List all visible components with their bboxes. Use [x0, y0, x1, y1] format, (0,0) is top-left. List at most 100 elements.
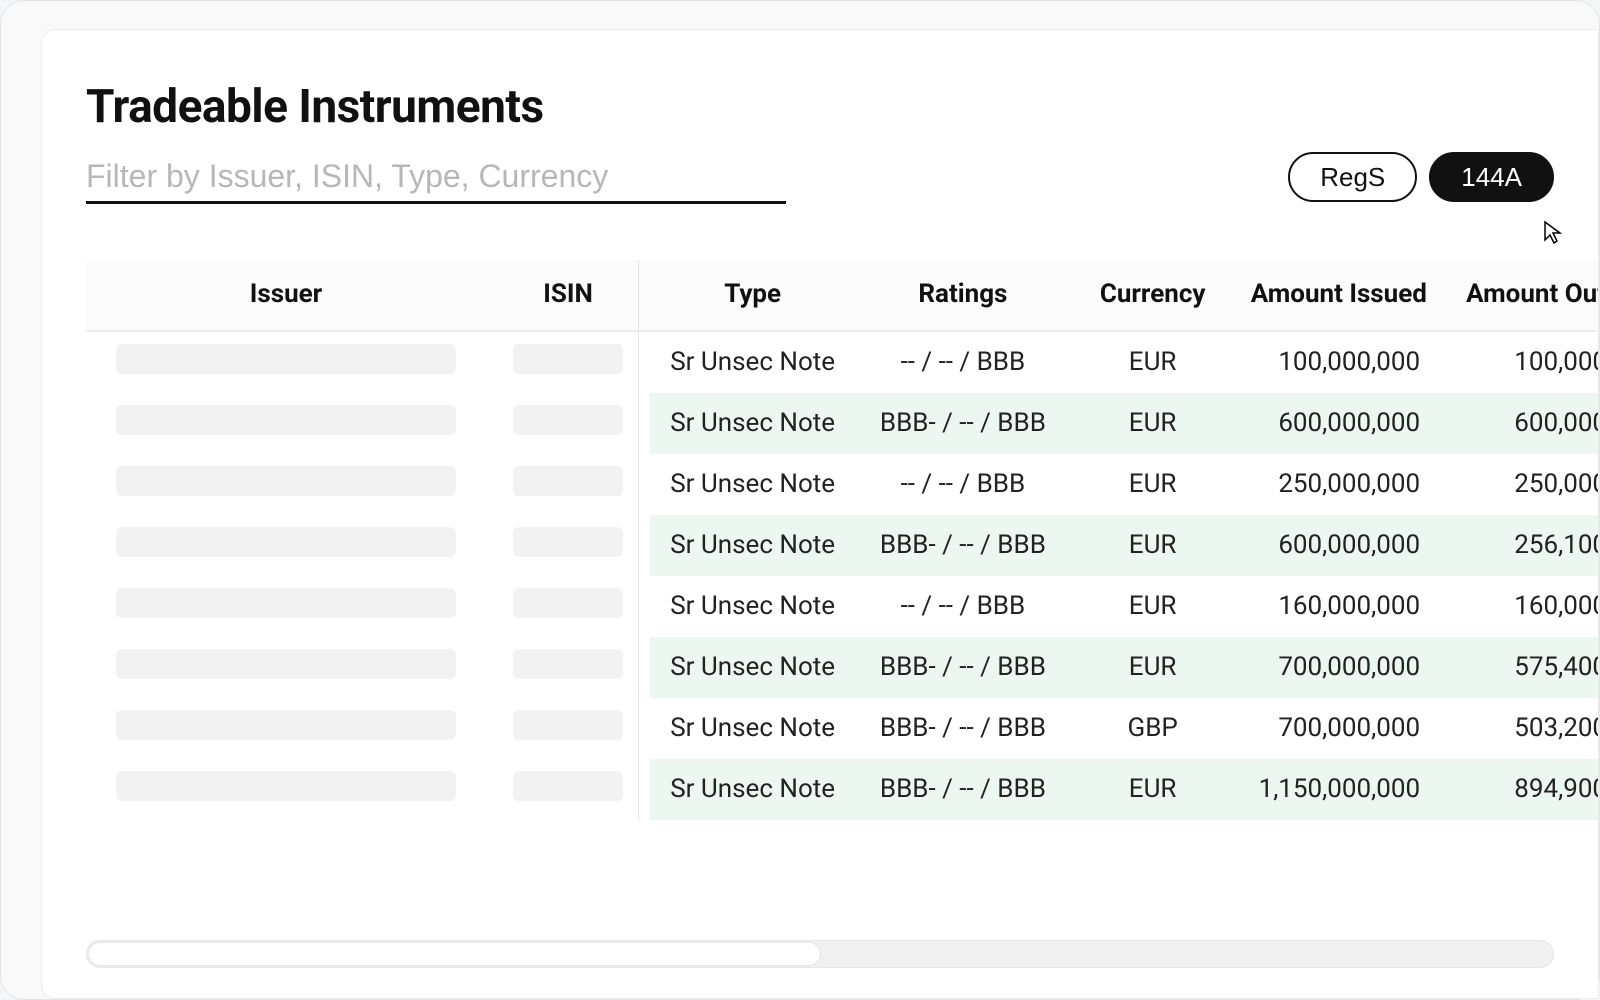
cell-amount-outstanding: 894,900,000 [1450, 759, 1599, 820]
isin-placeholder [513, 527, 623, 557]
cell-type: Sr Unsec Note [650, 698, 855, 759]
regs-button[interactable]: RegS [1288, 152, 1417, 202]
reg-toggle-group: RegS 144A [1288, 152, 1554, 204]
cell-isin [486, 698, 650, 759]
issuer-placeholder [116, 466, 456, 496]
scrollbar-thumb[interactable] [88, 942, 821, 966]
table-row[interactable]: Sr Unsec NoteBBB- / -- / BBBGBP700,000,0… [86, 698, 1599, 759]
table-row[interactable]: Sr Unsec Note-- / -- / BBBEUR250,000,000… [86, 454, 1599, 515]
col-header-issuer[interactable]: Issuer [86, 260, 486, 332]
table-row[interactable]: Sr Unsec NoteBBB- / -- / BBBEUR700,000,0… [86, 637, 1599, 698]
issuer-placeholder [116, 527, 456, 557]
cell-isin [486, 515, 650, 576]
cell-ratings: -- / -- / BBB [855, 332, 1070, 393]
cell-isin [486, 454, 650, 515]
cell-isin [486, 393, 650, 454]
cell-amount-outstanding: 100,000,000 [1450, 332, 1599, 393]
cell-currency: EUR [1071, 454, 1235, 515]
cell-currency: EUR [1071, 393, 1235, 454]
cell-type: Sr Unsec Note [650, 637, 855, 698]
table-wrap: Issuer ISIN Type Ratings Currency Amount… [86, 260, 1598, 820]
cell-amount-outstanding: 256,100,000 [1450, 515, 1599, 576]
cell-type: Sr Unsec Note [650, 576, 855, 637]
filter-input-wrap [86, 158, 786, 204]
cell-issuer [86, 393, 486, 454]
cell-amount-issued: 160,000,000 [1235, 576, 1450, 637]
issuer-placeholder [116, 344, 456, 374]
cell-currency: EUR [1071, 759, 1235, 820]
page-title: Tradeable Instruments [86, 80, 1598, 134]
issuer-placeholder [116, 588, 456, 618]
cell-ratings: BBB- / -- / BBB [855, 698, 1070, 759]
cell-type: Sr Unsec Note [650, 454, 855, 515]
cell-amount-outstanding: 250,000,000 [1450, 454, 1599, 515]
issuer-placeholder [116, 405, 456, 435]
cell-amount-issued: 700,000,000 [1235, 637, 1450, 698]
cell-type: Sr Unsec Note [650, 515, 855, 576]
filter-input[interactable] [86, 158, 786, 195]
cell-isin [486, 637, 650, 698]
cell-currency: EUR [1071, 332, 1235, 393]
issuer-placeholder [116, 771, 456, 801]
table-row[interactable]: Sr Unsec Note-- / -- / BBBEUR100,000,000… [86, 332, 1599, 393]
cell-issuer [86, 515, 486, 576]
horizontal-scrollbar[interactable] [86, 940, 1554, 968]
cell-ratings: BBB- / -- / BBB [855, 759, 1070, 820]
cell-ratings: BBB- / -- / BBB [855, 637, 1070, 698]
isin-placeholder [513, 466, 623, 496]
cell-currency: GBP [1071, 698, 1235, 759]
cell-ratings: BBB- / -- / BBB [855, 393, 1070, 454]
isin-placeholder [513, 344, 623, 374]
cell-currency: EUR [1071, 515, 1235, 576]
isin-placeholder [513, 588, 623, 618]
isin-placeholder [513, 649, 623, 679]
cell-issuer [86, 454, 486, 515]
cell-amount-issued: 1,150,000,000 [1235, 759, 1450, 820]
cell-type: Sr Unsec Note [650, 759, 855, 820]
cell-issuer [86, 332, 486, 393]
col-header-ratings[interactable]: Ratings [855, 260, 1070, 332]
table-row[interactable]: Sr Unsec NoteBBB- / -- / BBBEUR600,000,0… [86, 393, 1599, 454]
cell-amount-issued: 100,000,000 [1235, 332, 1450, 393]
frozen-column-divider [638, 260, 639, 820]
cell-ratings: -- / -- / BBB [855, 454, 1070, 515]
cell-currency: EUR [1071, 576, 1235, 637]
cell-type: Sr Unsec Note [650, 332, 855, 393]
cell-amount-issued: 600,000,000 [1235, 393, 1450, 454]
cell-type: Sr Unsec Note [650, 393, 855, 454]
cell-isin [486, 576, 650, 637]
cell-amount-issued: 250,000,000 [1235, 454, 1450, 515]
cell-ratings: -- / -- / BBB [855, 576, 1070, 637]
isin-placeholder [513, 710, 623, 740]
instruments-panel: Tradeable Instruments RegS 144A Issuer [41, 29, 1599, 999]
table-row[interactable]: Sr Unsec NoteBBB- / -- / BBBEUR1,150,000… [86, 759, 1599, 820]
cell-issuer [86, 698, 486, 759]
col-header-amount-outstanding[interactable]: Amount Outstanding [1450, 260, 1599, 332]
cell-issuer [86, 759, 486, 820]
issuer-placeholder [116, 649, 456, 679]
cell-amount-outstanding: 503,200,000 [1450, 698, 1599, 759]
cell-issuer [86, 576, 486, 637]
filter-row: RegS 144A [86, 152, 1598, 204]
app-window: Tradeable Instruments RegS 144A Issuer [0, 0, 1600, 1000]
table-header-row: Issuer ISIN Type Ratings Currency Amount… [86, 260, 1599, 332]
table-row[interactable]: Sr Unsec NoteBBB- / -- / BBBEUR600,000,0… [86, 515, 1599, 576]
col-header-type[interactable]: Type [650, 260, 855, 332]
cell-amount-outstanding: 575,400,000 [1450, 637, 1599, 698]
cell-ratings: BBB- / -- / BBB [855, 515, 1070, 576]
cell-amount-issued: 700,000,000 [1235, 698, 1450, 759]
isin-placeholder [513, 771, 623, 801]
instruments-table: Issuer ISIN Type Ratings Currency Amount… [86, 260, 1599, 820]
cursor-icon [1542, 220, 1566, 244]
cell-amount-outstanding: 160,000,000 [1450, 576, 1599, 637]
144a-button[interactable]: 144A [1429, 152, 1554, 202]
col-header-currency[interactable]: Currency [1071, 260, 1235, 332]
cell-currency: EUR [1071, 637, 1235, 698]
col-header-amount-issued[interactable]: Amount Issued [1235, 260, 1450, 332]
table-row[interactable]: Sr Unsec Note-- / -- / BBBEUR160,000,000… [86, 576, 1599, 637]
col-header-isin[interactable]: ISIN [486, 260, 650, 332]
isin-placeholder [513, 405, 623, 435]
cell-isin [486, 759, 650, 820]
cell-isin [486, 332, 650, 393]
issuer-placeholder [116, 710, 456, 740]
